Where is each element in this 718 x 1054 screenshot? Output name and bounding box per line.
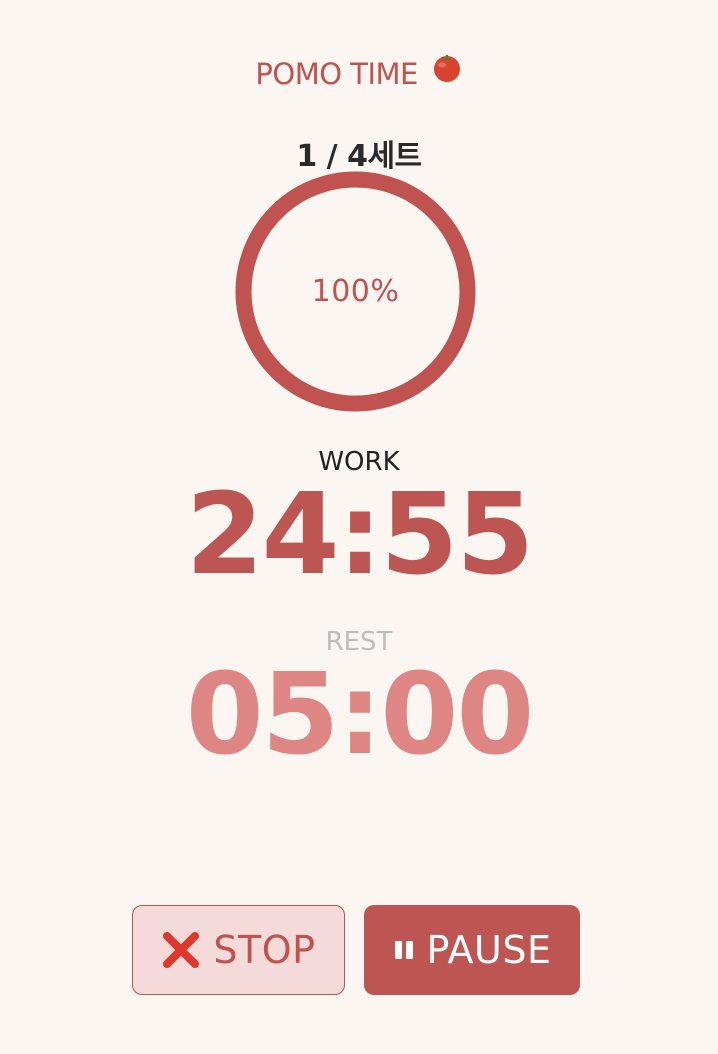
progress-percent: 100%	[311, 274, 400, 309]
pause-icon	[393, 939, 415, 961]
stop-button[interactable]: STOP	[132, 905, 345, 995]
cross-icon	[161, 930, 201, 970]
pause-button[interactable]: PAUSE	[364, 905, 580, 995]
pause-button-label: PAUSE	[426, 928, 552, 972]
tomato-icon	[431, 51, 463, 95]
progress-ring: 100%	[235, 171, 476, 412]
work-timer: 24:55	[185, 470, 535, 600]
app-title: POMO TIME	[0, 52, 718, 98]
rest-timer: 05:00	[185, 650, 535, 780]
app-title-text: POMO TIME	[255, 57, 418, 91]
stop-button-label: STOP	[213, 928, 316, 972]
